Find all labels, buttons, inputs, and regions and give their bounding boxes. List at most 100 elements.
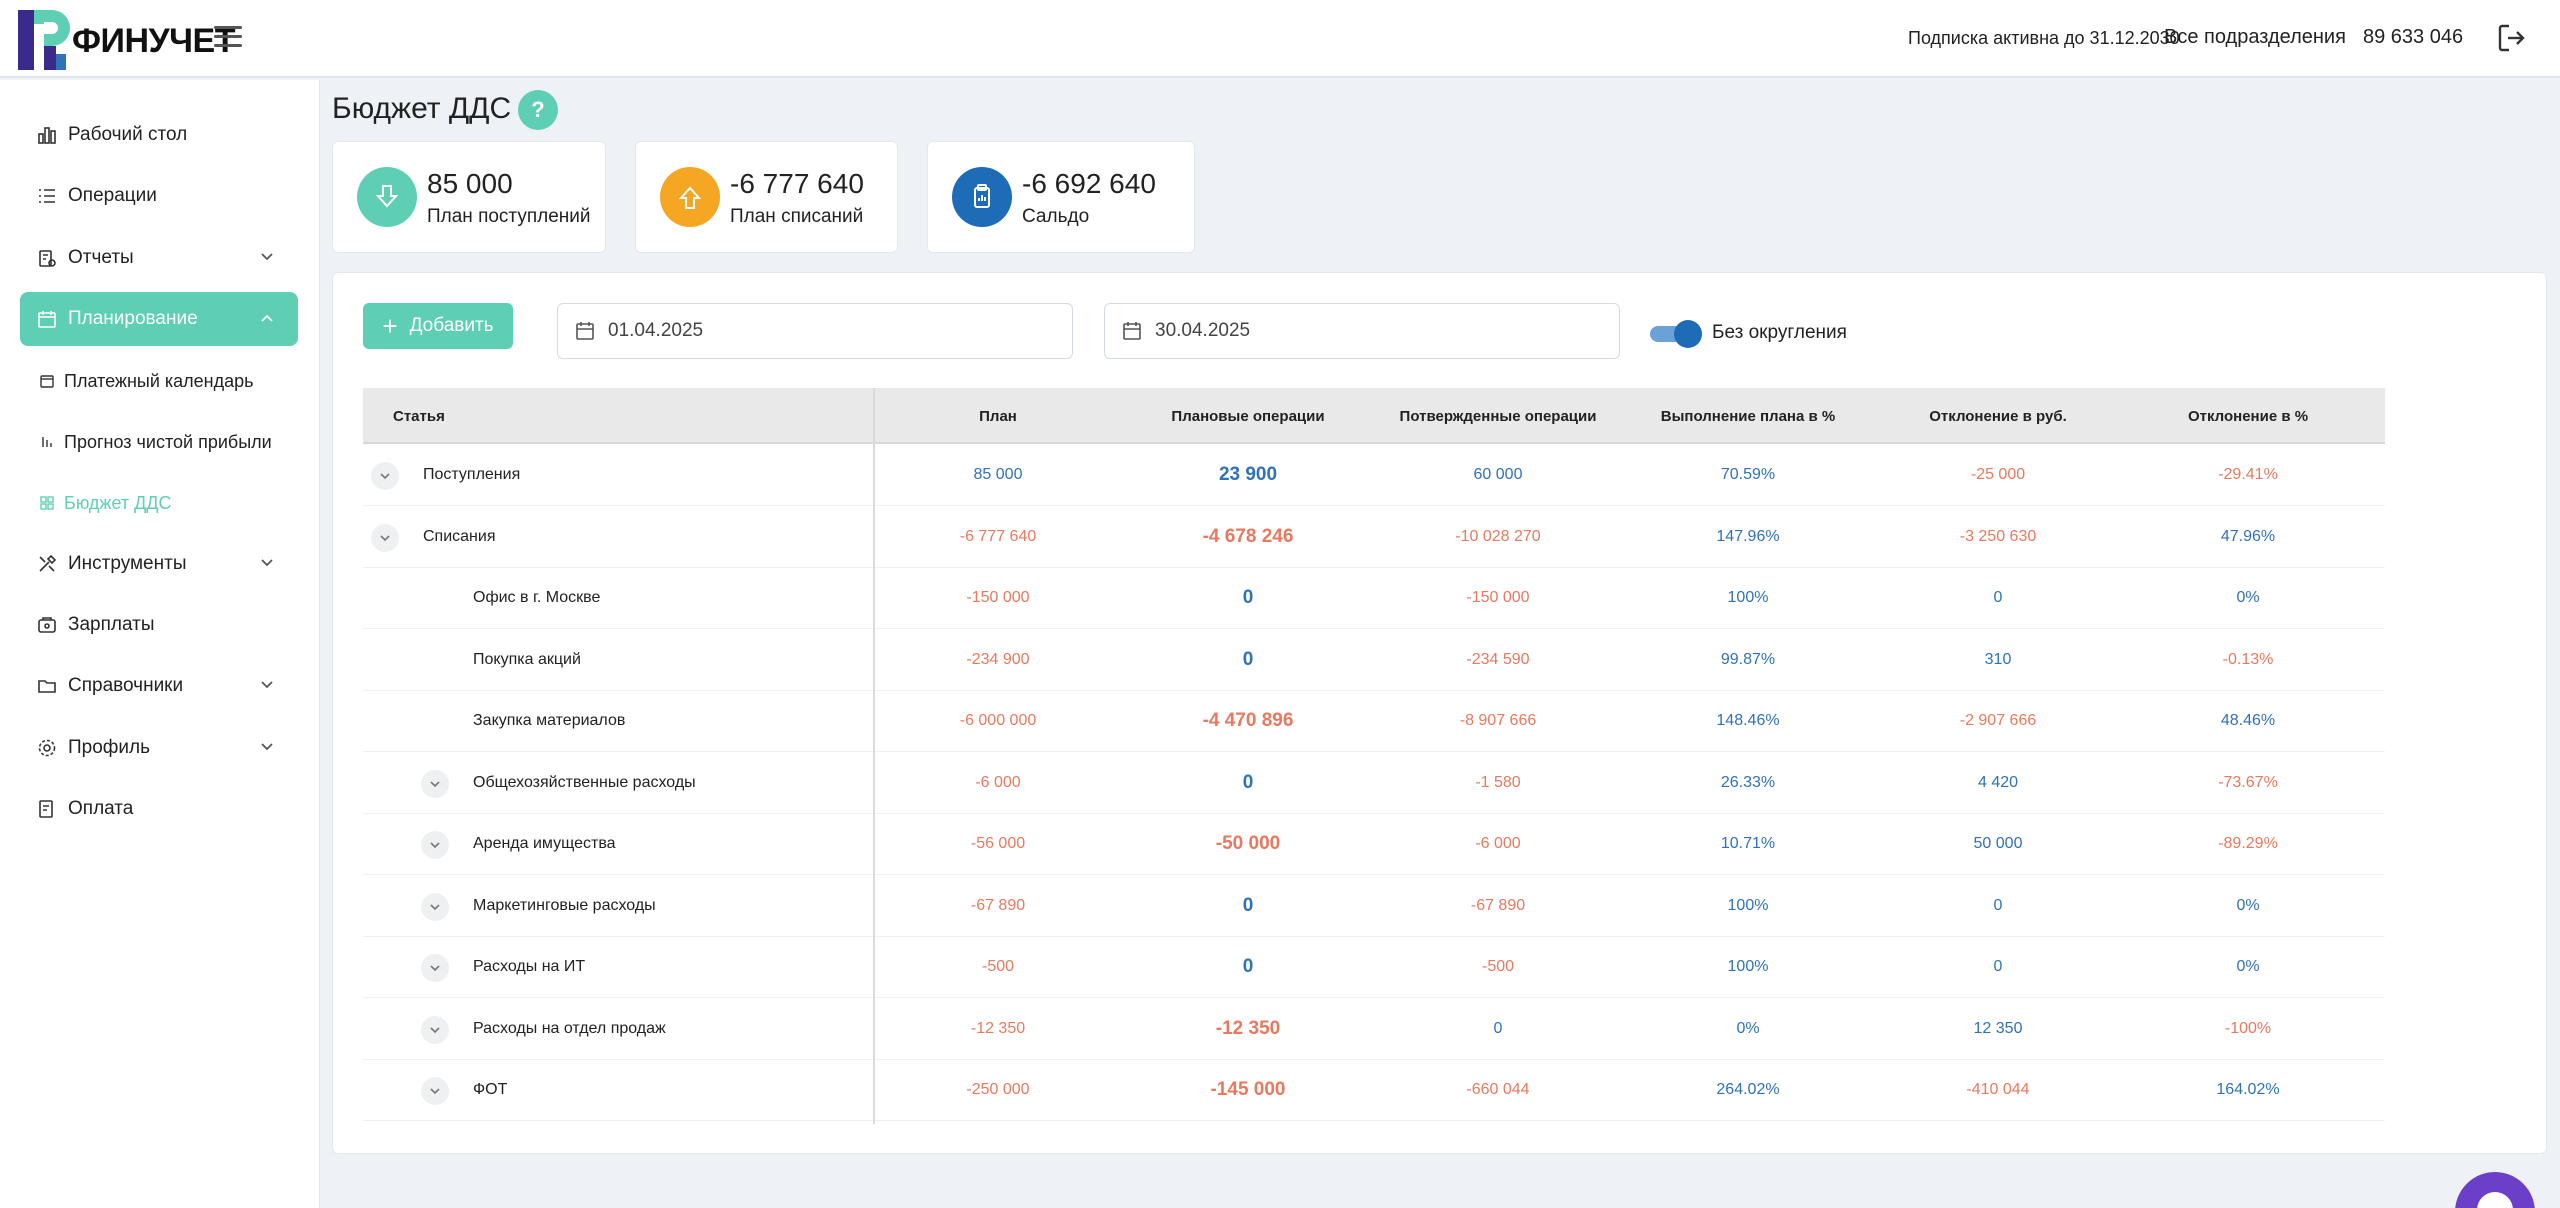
row-article-name: Списания — [423, 527, 496, 545]
budget-icon — [40, 495, 56, 511]
col-header-deviation-rub[interactable]: Отклонение в руб. — [1873, 388, 2123, 444]
sidebar-item-label: Профиль — [68, 737, 151, 758]
table-row[interactable]: ФОТ -250 000 -145 000 -660 044 264.02% -410 0… — [363, 1059, 2385, 1121]
sidebar-subitem-label: Бюджет ДДС — [64, 492, 172, 513]
col-header-plan-execution[interactable]: Выполнение плана в % — [1623, 388, 1873, 444]
cell-dev-rub: 12 350 — [1973, 1019, 2023, 1037]
cell-plan: -67 890 — [970, 896, 1026, 914]
sidebar-item-tools[interactable]: Инструменты — [20, 537, 298, 591]
sidebar-item-dashboard[interactable]: Рабочий стол — [20, 108, 298, 162]
stat-caption: План поступлений — [427, 206, 591, 227]
cell-exec: 99.87% — [1720, 650, 1776, 668]
cell-plan: -12 350 — [970, 1019, 1026, 1037]
expand-row-icon[interactable] — [421, 769, 449, 798]
date-to-field[interactable] — [1104, 303, 1620, 359]
table-row[interactable]: Аренда имущества -56 000 -50 000 -6 000 10.7… — [363, 813, 2385, 875]
cell-dev-pct: 48.46% — [2220, 712, 2276, 729]
cell-exec: 100% — [1727, 958, 1769, 975]
table-row[interactable]: Покупка акций -234 900 0 -234 590 99.87% 310 -… — [363, 629, 2385, 691]
cell-dev-rub: -25 000 — [1970, 466, 2026, 483]
plus-icon: + — [382, 310, 398, 341]
sidebar-item-payment[interactable]: Оплата — [20, 782, 298, 836]
logout-icon[interactable] — [2496, 22, 2528, 54]
expand-row-icon[interactable] — [421, 831, 449, 859]
menu-toggle-icon[interactable] — [214, 26, 242, 50]
page-title: Бюджет ДДС — [332, 92, 512, 125]
col-header-confirmed-ops[interactable]: Потвержденные операции — [1373, 388, 1623, 444]
chevron-down-icon — [261, 681, 273, 689]
date-from-input[interactable] — [608, 320, 1028, 342]
row-article-name: Аренда имущества — [473, 835, 616, 852]
stat-card-income: 85 000 План поступлений — [332, 141, 606, 253]
cell-planned-ops: 23 900 — [1218, 464, 1278, 485]
expand-row-icon[interactable] — [371, 523, 399, 552]
expand-row-icon[interactable] — [421, 892, 449, 921]
stat-card-expense: -6 777 640 План списаний — [635, 141, 898, 253]
col-header-deviation-pct[interactable]: Отклонение в % — [2123, 388, 2373, 444]
cell-dev-pct: 47.96% — [2220, 527, 2276, 545]
col-header-article[interactable]: Статья — [363, 388, 873, 444]
sidebar-item-profile[interactable]: Профиль — [20, 721, 298, 775]
sidebar-subitem-profit-forecast[interactable]: Прогноз чистой прибыли — [40, 420, 300, 464]
cell-dev-pct: -0.13% — [2222, 650, 2274, 668]
help-button[interactable]: ? — [518, 90, 558, 130]
rounding-toggle[interactable] — [1650, 320, 1702, 348]
table-row[interactable]: Общехозяйственные расходы -6 000 0 -1 580 26… — [363, 752, 2385, 814]
cell-exec: 70.59% — [1720, 466, 1776, 483]
cell-plan: -6 000 000 — [959, 712, 1037, 729]
col-header-plan[interactable]: План — [873, 388, 1123, 444]
receipt-icon — [36, 798, 58, 820]
table-row[interactable]: Расходы на ИТ -500 0 -500 100% 0 0% — [363, 936, 2385, 998]
clipboard-icon — [952, 167, 1012, 227]
table-row[interactable]: Офис в г. Москве -150 000 0 -150 000 100% 0 0% — [363, 567, 2385, 629]
stat-value: -6 777 640 — [730, 168, 864, 199]
date-to-input[interactable] — [1155, 320, 1575, 342]
rounding-toggle-label: Без округления — [1712, 322, 1847, 343]
cell-dev-rub: -410 044 — [1966, 1081, 2030, 1098]
arrow-down-icon — [357, 167, 417, 227]
cell-planned-ops: -50 000 — [1215, 833, 1281, 854]
table-row[interactable]: Закупка материалов -6 000 000 -4 470 896 -8… — [363, 690, 2385, 752]
cell-dev-pct: -29.41% — [2218, 466, 2278, 483]
sidebar-item-label: Инструменты — [68, 553, 187, 574]
date-from-field[interactable] — [557, 303, 1073, 359]
department-selector[interactable]: Все подразделения — [2164, 26, 2346, 49]
sidebar-subitem-dds-budget[interactable]: Бюджет ДДС — [40, 481, 300, 525]
list-icon — [36, 185, 58, 207]
calendar-icon — [36, 308, 58, 330]
cell-dev-rub: -3 250 630 — [1959, 527, 2037, 545]
cell-planned-ops: -4 678 246 — [1202, 525, 1294, 547]
chat-widget-button[interactable] — [2455, 1172, 2535, 1208]
row-article-name: Общехозяйственные расходы — [473, 773, 696, 791]
calendar-small-icon — [40, 373, 56, 389]
folder-icon — [36, 675, 58, 697]
brand-name: ФИНУЧЕТ — [72, 22, 236, 60]
table-row[interactable]: Списания -6 777 640 -4 678 246 -10 028 270 1… — [363, 506, 2385, 568]
table-row[interactable]: Поступления 85 000 23 900 60 000 70.59% -25 0… — [363, 444, 2385, 506]
cell-plan: -234 900 — [966, 650, 1030, 668]
expand-row-icon[interactable] — [421, 954, 449, 982]
cell-dev-rub: 0 — [1993, 896, 2003, 914]
sidebar-item-label: Операции — [68, 185, 157, 206]
col-header-planned-ops[interactable]: Плановые операции — [1123, 388, 1373, 444]
expand-row-icon[interactable] — [421, 1015, 449, 1044]
add-button[interactable]: + Добавить — [363, 303, 513, 349]
wallet-icon — [36, 614, 58, 636]
cell-dev-rub: 50 000 — [1973, 835, 2023, 852]
sidebar-item-references[interactable]: Справочники — [20, 659, 298, 713]
row-article-name: Расходы на отдел продаж — [473, 1019, 666, 1037]
sidebar-item-salaries[interactable]: Зарплаты — [20, 598, 298, 652]
cell-dev-pct: -100% — [2224, 1019, 2272, 1037]
sidebar-item-reports[interactable]: Отчеты — [20, 231, 298, 285]
cell-plan: -150 000 — [966, 589, 1030, 606]
calendar-icon — [576, 322, 594, 340]
sidebar-subitem-payment-calendar[interactable]: Платежный календарь — [40, 359, 300, 403]
table-row[interactable]: Расходы на отдел продаж -12 350 -12 350 0 0%… — [363, 998, 2385, 1060]
table-row[interactable]: Маркетинговые расходы -67 890 0 -67 890 100%… — [363, 875, 2385, 937]
sidebar-item-planning[interactable]: Планирование — [20, 292, 298, 346]
expand-row-icon[interactable] — [421, 1077, 449, 1105]
sidebar-item-label: Отчеты — [68, 247, 134, 268]
expand-row-icon[interactable] — [371, 462, 399, 490]
sidebar-item-operations[interactable]: Операции — [20, 169, 298, 223]
cell-planned-ops: -4 470 896 — [1202, 710, 1294, 731]
